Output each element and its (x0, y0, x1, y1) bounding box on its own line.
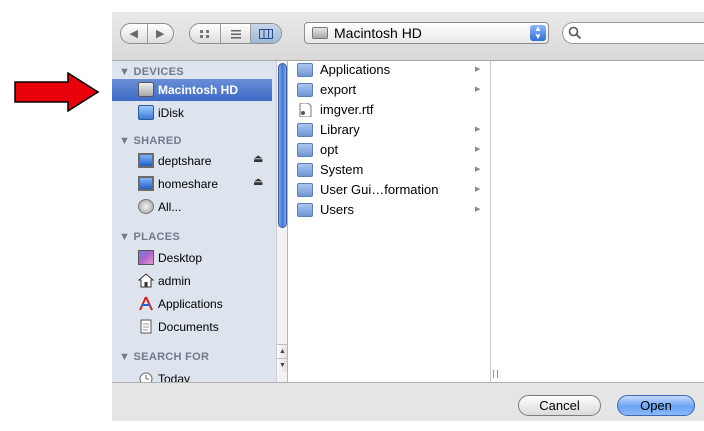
file-name: User Gui…formation (320, 182, 439, 197)
file-browser: ▼ DEVICES Macintosh HD iDisk ▼ SHARED de… (112, 60, 704, 383)
sidebar-item-label: Macintosh HD (158, 83, 239, 97)
desktop-icon (138, 250, 154, 265)
system-folder-icon (297, 163, 313, 177)
view-mode-control (189, 23, 282, 44)
hard-disk-icon (138, 82, 154, 97)
list-view-icon[interactable] (221, 24, 252, 43)
file-name: export (320, 82, 357, 97)
forward-arrow-icon[interactable]: ▶ (148, 24, 174, 43)
user-guides-folder-icon (297, 183, 313, 197)
sidebar-item-deptshare[interactable]: deptshare ⏏ (112, 150, 272, 172)
scroll-up-arrow-icon[interactable]: ▲ (277, 344, 287, 358)
back-forward-control: ◀ ▶ (120, 23, 174, 44)
list-item[interactable]: Applications ▶ (297, 61, 485, 81)
disclosure-chevron-icon: ▶ (475, 166, 481, 173)
browser-column-1: Applications ▶ export ▶ imgver.rtf Libra… (289, 61, 491, 383)
sidebar-item-label: Documents (158, 320, 219, 334)
open-file-dialog: ◀ ▶ Macintosh HD ▲ ▼ ▼ DEVICES Macintosh… (112, 12, 704, 421)
location-popup[interactable]: Macintosh HD ▲ ▼ (304, 22, 549, 44)
eject-icon[interactable]: ⏏ (253, 152, 263, 165)
documents-icon (138, 319, 154, 334)
folder-icon (297, 143, 313, 157)
sidebar-item-homeshare[interactable]: homeshare ⏏ (112, 173, 272, 195)
scrollbar-thumb[interactable] (278, 63, 287, 228)
column-view-icon[interactable] (251, 24, 281, 43)
dialog-toolbar: ◀ ▶ Macintosh HD ▲ ▼ (112, 12, 704, 60)
users-folder-icon (297, 203, 313, 217)
file-name: Applications (320, 62, 391, 77)
sidebar-item-documents[interactable]: Documents (112, 316, 272, 338)
applications-folder-icon (297, 63, 313, 77)
sidebar-item-label: admin (158, 274, 191, 288)
list-item[interactable]: Library ▶ (297, 121, 485, 141)
sidebar-item-today[interactable]: Today (112, 368, 272, 383)
list-item[interactable]: User Gui…formation ▶ (297, 181, 485, 201)
dialog-button-bar: Cancel Open (112, 382, 704, 421)
disclosure-chevron-icon: ▶ (475, 206, 481, 213)
column-resize-handle[interactable] (493, 370, 498, 378)
network-globe-icon (138, 199, 154, 214)
sidebar-item-label: iDisk (158, 106, 184, 120)
back-arrow-icon[interactable]: ◀ (121, 24, 148, 43)
search-icon (568, 26, 582, 40)
folder-icon (297, 83, 313, 97)
library-folder-icon (297, 123, 313, 137)
list-item[interactable]: opt ▶ (297, 141, 485, 161)
sidebar: ▼ DEVICES Macintosh HD iDisk ▼ SHARED de… (112, 61, 288, 383)
location-label: Macintosh HD (334, 25, 422, 41)
disclosure-chevron-icon: ▶ (475, 126, 481, 133)
scroll-down-arrow-icon[interactable]: ▼ (277, 358, 287, 372)
sidebar-item-macintosh-hd[interactable]: Macintosh HD (112, 79, 272, 101)
sidebar-scrollbar[interactable]: ▲ ▼ (276, 61, 287, 383)
popup-arrows-icon: ▲ ▼ (530, 25, 546, 41)
list-item[interactable]: export ▶ (297, 81, 485, 101)
sidebar-item-label: Desktop (158, 251, 203, 265)
browser-column-2 (491, 61, 704, 383)
file-name: Users (320, 202, 354, 217)
sidebar-section-search-for[interactable]: ▼ SEARCH FOR (119, 351, 209, 363)
disclosure-chevron-icon: ▶ (475, 186, 481, 193)
file-name: System (320, 162, 364, 177)
search-field[interactable] (562, 22, 704, 44)
file-name: Library (320, 122, 360, 137)
sidebar-section-devices[interactable]: ▼ DEVICES (119, 66, 184, 78)
file-name: opt (320, 142, 339, 157)
eject-icon[interactable]: ⏏ (253, 175, 263, 188)
sidebar-item-all[interactable]: All... (112, 196, 272, 218)
network-computer-icon (138, 176, 154, 191)
disclosure-chevron-icon: ▶ (475, 66, 481, 73)
annotation-arrow-icon (14, 72, 100, 112)
file-name: imgver.rtf (320, 102, 374, 117)
applications-icon (138, 296, 154, 311)
list-item[interactable]: imgver.rtf (297, 101, 485, 121)
sidebar-item-desktop[interactable]: Desktop (112, 247, 272, 269)
list-item[interactable]: System ▶ (297, 161, 485, 181)
sidebar-item-applications[interactable]: Applications (112, 293, 272, 315)
sidebar-item-label: deptshare (158, 154, 212, 168)
sidebar-item-admin[interactable]: admin (112, 270, 272, 292)
list-item[interactable]: Users ▶ (297, 201, 485, 221)
icon-view-icon[interactable] (190, 24, 221, 43)
sidebar-item-label: Applications (158, 297, 223, 311)
open-button[interactable]: Open (617, 395, 695, 416)
disclosure-chevron-icon: ▶ (475, 146, 481, 153)
sidebar-section-shared[interactable]: ▼ SHARED (119, 135, 182, 147)
sidebar-item-label: All... (158, 200, 182, 214)
sidebar-section-places[interactable]: ▼ PLACES (119, 231, 180, 243)
sidebar-item-label: homeshare (158, 177, 219, 191)
sidebar-item-idisk[interactable]: iDisk (112, 102, 272, 124)
idisk-icon (138, 105, 154, 120)
home-icon (137, 273, 155, 288)
disclosure-chevron-icon: ▶ (475, 86, 481, 93)
network-computer-icon (138, 153, 154, 168)
rtf-document-icon (297, 102, 313, 118)
cancel-button[interactable]: Cancel (518, 395, 601, 416)
hard-disk-icon (312, 27, 328, 39)
